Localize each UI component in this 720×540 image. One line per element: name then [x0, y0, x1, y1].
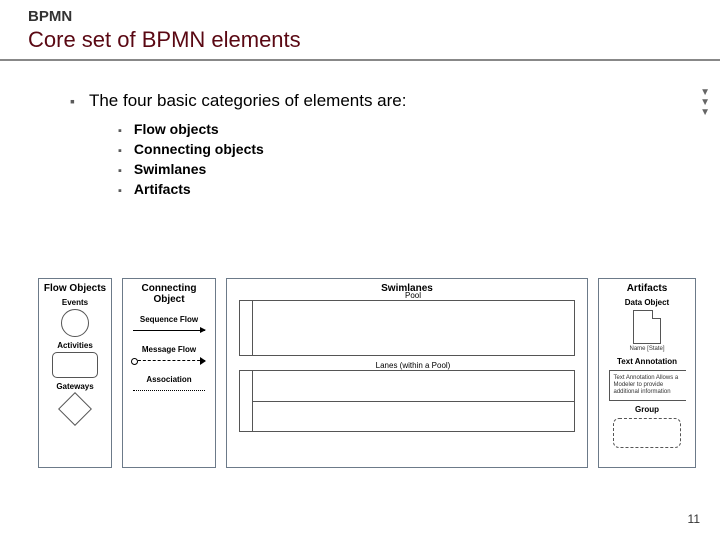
page-number: 11 — [688, 512, 700, 526]
data-object-icon — [633, 310, 661, 344]
bullet-swimlanes: Swimlanes — [118, 161, 690, 177]
data-object-name: Name [State] — [612, 346, 682, 353]
panel-artifacts: Artifacts Data Object Name [State] Text … — [598, 278, 696, 468]
text-annotation-text: Text Annotation Allows a Modeler to prov… — [614, 375, 684, 396]
panel-title: Connecting Object — [127, 283, 211, 305]
panel-title: Artifacts — [603, 283, 691, 294]
label-activities: Activities — [43, 341, 107, 350]
lanes-icon: Lanes (within a Pool) — [239, 370, 575, 432]
message-flow-icon — [133, 360, 205, 361]
panel-flow-objects: Flow Objects Events Activities Gateways — [38, 278, 112, 468]
lane-divider — [252, 401, 574, 402]
sub-bullets: Flow objects Connecting objects Swimlane… — [70, 121, 690, 197]
content: The four basic categories of elements ar… — [0, 61, 720, 197]
label-text-annotation: Text Annotation — [603, 357, 691, 366]
group-icon — [613, 418, 681, 448]
panel-connecting-object: Connecting Object Sequence Flow Message … — [122, 278, 216, 468]
association-icon — [133, 390, 205, 391]
label-group: Group — [603, 405, 691, 414]
pool-caption: Pool — [256, 291, 570, 300]
bullet-artifacts: Artifacts — [118, 181, 690, 197]
pool-tab — [240, 301, 253, 355]
gateway-icon — [58, 392, 92, 426]
activity-icon — [52, 352, 98, 378]
label-data-object: Data Object — [603, 298, 691, 307]
panel-swimlanes: Swimlanes Pool Lanes (within a Pool) — [226, 278, 588, 468]
title-block: BPMN Core set of BPMN elements — [0, 0, 720, 53]
arrow-stack-icon: ▼▼▼ — [700, 88, 710, 118]
eyebrow: BPMN — [28, 8, 720, 25]
panel-row: Flow Objects Events Activities Gateways … — [38, 278, 696, 468]
intro-bullet: The four basic categories of elements ar… — [70, 91, 690, 111]
bullet-connecting-objects: Connecting objects — [118, 141, 690, 157]
label-association: Association — [127, 375, 211, 384]
panel-title: Flow Objects — [43, 283, 107, 294]
label-gateways: Gateways — [43, 382, 107, 391]
lanes-caption: Lanes (within a Pool) — [256, 361, 570, 370]
slide: BPMN Core set of BPMN elements ▼▼▼ The f… — [0, 0, 720, 540]
text-annotation-icon: Text Annotation Allows a Modeler to prov… — [609, 370, 686, 401]
pool-icon: Pool — [239, 300, 575, 356]
label-message-flow: Message Flow — [127, 345, 211, 354]
slide-title: Core set of BPMN elements — [28, 27, 720, 53]
label-sequence-flow: Sequence Flow — [127, 315, 211, 324]
label-events: Events — [43, 298, 107, 307]
sequence-flow-icon — [133, 330, 205, 331]
bullet-flow-objects: Flow objects — [118, 121, 690, 137]
event-icon — [61, 309, 89, 337]
